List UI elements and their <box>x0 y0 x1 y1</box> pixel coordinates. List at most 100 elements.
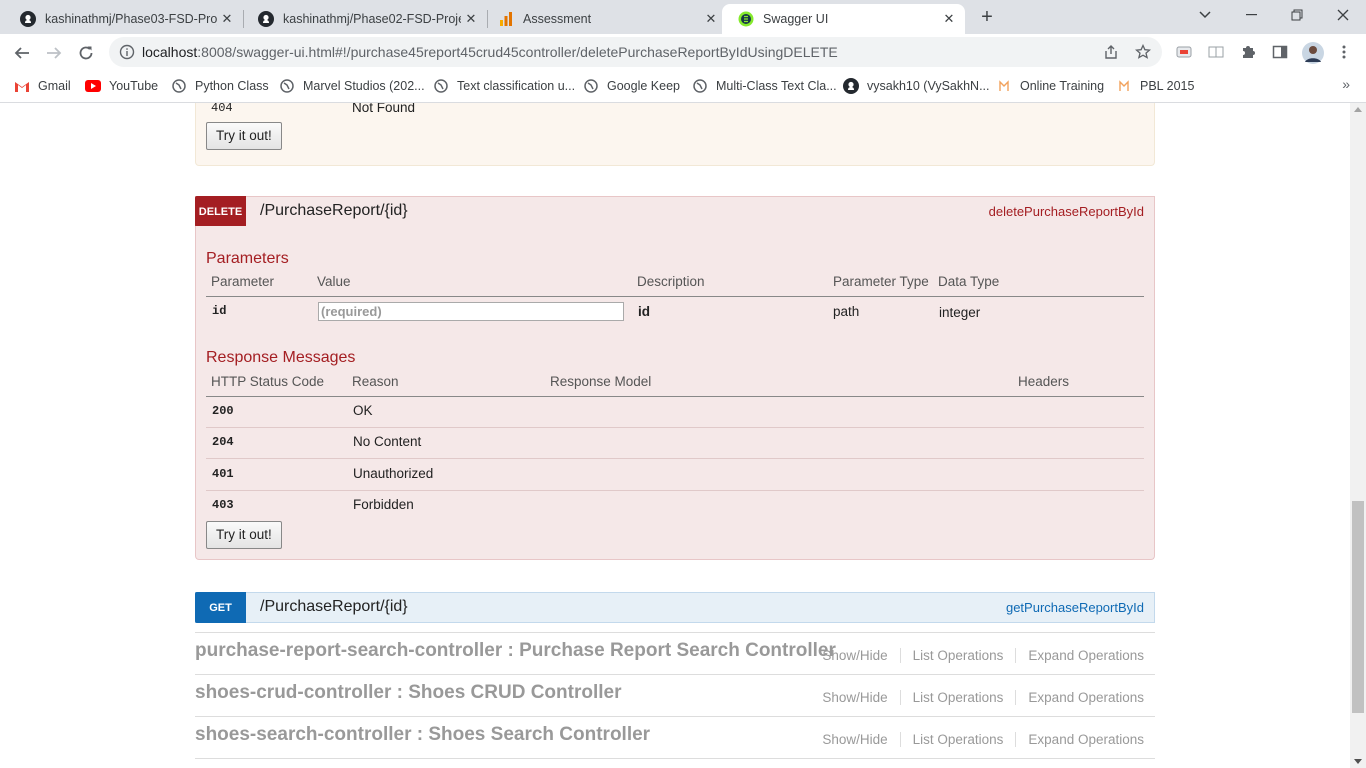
pbl-icon <box>996 78 1012 94</box>
tab-phase03[interactable]: kashinathmj/Phase03-FSD-Projec ✕ <box>0 4 243 34</box>
tab-search-button[interactable] <box>1182 0 1228 30</box>
bookmark-gmail[interactable]: Gmail <box>14 76 71 96</box>
reader-icon[interactable] <box>1207 43 1225 61</box>
tab-title: Swagger UI <box>763 12 829 26</box>
url-path: :8008/swagger-ui.html#!/purchase45report… <box>197 44 838 60</box>
operation-body: Parameters Parameter Value Description P… <box>195 226 1155 560</box>
pbl-icon <box>1116 78 1132 94</box>
list-operations-link[interactable]: List Operations <box>913 648 1004 663</box>
bookmark-google-keep[interactable]: Google Keep <box>583 76 680 96</box>
expand-operations-link[interactable]: Expand Operations <box>1028 648 1144 663</box>
bookmark-online-training[interactable]: Online Training <box>996 76 1104 96</box>
param-type: path <box>833 304 860 319</box>
response-reason: OK <box>353 403 373 418</box>
resource-title[interactable]: shoes-search-controller : Shoes Search C… <box>195 724 650 746</box>
tab-assessment[interactable]: Assessment ✕ <box>478 4 727 34</box>
previous-operation-tail: 404 Not Found Try it out! <box>195 103 1155 166</box>
table-divider <box>206 296 1144 297</box>
bookmark-label: Marvel Studios (202... <box>303 79 425 93</box>
chevron-right-icon[interactable]: » <box>1342 76 1350 92</box>
http-method-badge[interactable]: DELETE <box>195 196 246 227</box>
github-icon <box>20 11 36 27</box>
browser-toolbar: localhost:8008/swagger-ui.html#!/purchas… <box>0 34 1366 71</box>
try-it-out-button[interactable]: Try it out! <box>206 521 282 549</box>
try-it-out-button[interactable]: Try it out! <box>206 122 282 150</box>
globe-icon <box>433 78 449 94</box>
bookmark-star-icon[interactable] <box>1134 43 1152 61</box>
scroll-down-arrow-icon[interactable] <box>1354 759 1362 764</box>
side-panel-icon[interactable] <box>1271 43 1289 61</box>
menu-icon[interactable] <box>1335 43 1353 61</box>
response-code: 404 <box>211 103 233 115</box>
restore-button[interactable] <box>1274 0 1320 30</box>
operation-nickname[interactable]: deletePurchaseReportById <box>989 204 1144 219</box>
response-header-status: HTTP Status Code <box>211 374 325 389</box>
row-divider <box>206 458 1144 459</box>
bookmark-text-classification[interactable]: Text classification u... <box>433 76 575 96</box>
close-icon[interactable]: ✕ <box>939 11 959 27</box>
param-header-data-type: Data Type <box>938 274 1000 289</box>
swagger-icon <box>738 11 754 27</box>
response-header-model: Response Model <box>550 374 652 389</box>
operation-path[interactable]: /PurchaseReport/{id} <box>260 598 408 616</box>
extension-icon[interactable] <box>1175 43 1193 61</box>
back-button[interactable] <box>10 41 34 65</box>
avatar[interactable] <box>1302 42 1324 64</box>
bookmark-label: PBL 2015 <box>1140 79 1195 93</box>
scrollbar-thumb[interactable] <box>1352 501 1364 713</box>
resource-shoes-crud: shoes-crud-controller : Shoes CRUD Contr… <box>195 674 1155 716</box>
bookmark-python-class[interactable]: Python Class <box>171 76 269 96</box>
globe-icon <box>171 78 187 94</box>
show-hide-link[interactable]: Show/Hide <box>822 690 887 705</box>
operation-nickname[interactable]: getPurchaseReportById <box>1006 600 1144 615</box>
close-icon[interactable]: ✕ <box>701 11 721 27</box>
bookmark-vysakh10[interactable]: vysakh10 (VySakhN... <box>843 76 990 96</box>
operation-path[interactable]: /PurchaseReport/{id} <box>260 202 408 220</box>
puzzle-icon[interactable] <box>1239 43 1257 61</box>
close-window-button[interactable] <box>1320 0 1366 30</box>
param-name: id <box>212 304 227 318</box>
address-bar[interactable]: localhost:8008/swagger-ui.html#!/purchas… <box>109 37 1162 67</box>
bookmark-label: Multi-Class Text Cla... <box>716 79 837 93</box>
operation-header[interactable]: GET /PurchaseReport/{id} getPurchaseRepo… <box>195 592 1155 623</box>
param-header-value: Value <box>317 274 351 289</box>
share-icon[interactable] <box>1102 43 1120 61</box>
id-input[interactable] <box>318 302 624 321</box>
link-divider <box>1015 690 1017 705</box>
response-messages-title: Response Messages <box>206 349 356 366</box>
bookmark-label: Python Class <box>195 79 269 93</box>
list-operations-link[interactable]: List Operations <box>913 732 1004 747</box>
expand-operations-link[interactable]: Expand Operations <box>1028 690 1144 705</box>
resource-title[interactable]: purchase-report-search-controller : Purc… <box>195 640 836 662</box>
show-hide-link[interactable]: Show/Hide <box>822 732 887 747</box>
resource-title[interactable]: shoes-crud-controller : Shoes CRUD Contr… <box>195 682 622 704</box>
gmail-icon <box>14 78 30 94</box>
new-tab-button[interactable]: + <box>976 6 998 28</box>
page-scrollbar[interactable] <box>1350 103 1366 768</box>
info-icon[interactable] <box>119 44 135 65</box>
tab-swagger-ui[interactable]: Swagger UI ✕ <box>722 4 965 34</box>
bookmark-multi-class[interactable]: Multi-Class Text Cla... <box>692 76 837 96</box>
response-code: 200 <box>212 404 234 418</box>
response-reason: Unauthorized <box>353 466 434 481</box>
http-method-badge[interactable]: GET <box>195 592 246 623</box>
minimize-button[interactable] <box>1228 0 1274 30</box>
bookmark-marvel[interactable]: Marvel Studios (202... <box>279 76 425 96</box>
show-hide-link[interactable]: Show/Hide <box>822 648 887 663</box>
bookmark-pbl-2015[interactable]: PBL 2015 <box>1116 76 1194 96</box>
bookmark-label: Text classification u... <box>457 79 576 93</box>
expand-operations-link[interactable]: Expand Operations <box>1028 732 1144 747</box>
tab-phase02[interactable]: kashinathmj/Phase02-FSD-Projec ✕ <box>238 4 487 34</box>
tab-title: Assessment <box>523 12 592 26</box>
operation-header[interactable]: DELETE /PurchaseReport/{id} deletePurcha… <box>195 196 1155 227</box>
response-code: 401 <box>212 467 234 481</box>
url-text[interactable]: localhost:8008/swagger-ui.html#!/purchas… <box>142 44 838 60</box>
forward-button[interactable] <box>42 41 66 65</box>
scroll-up-arrow-icon[interactable] <box>1354 107 1362 112</box>
tab-title: kashinathmj/Phase02-FSD-Projec <box>283 12 461 26</box>
reload-button[interactable] <box>74 41 98 65</box>
bookmark-youtube[interactable]: YouTube <box>85 76 158 96</box>
list-operations-link[interactable]: List Operations <box>913 690 1004 705</box>
response-reason: Forbidden <box>353 497 414 512</box>
close-icon[interactable]: ✕ <box>217 11 237 27</box>
